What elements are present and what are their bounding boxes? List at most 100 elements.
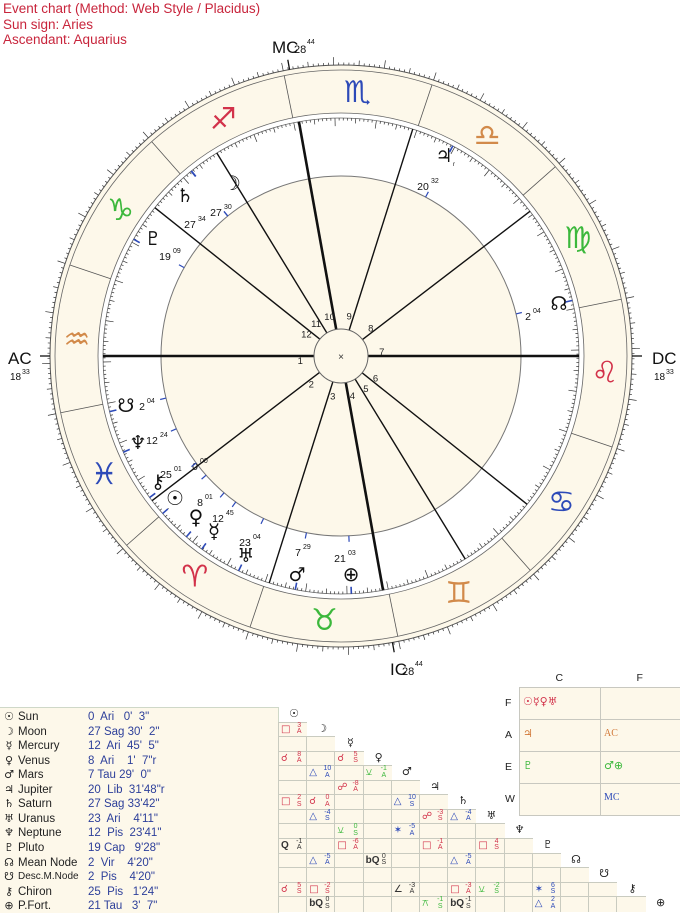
planet-position: 12 Pis 23'41" xyxy=(88,826,161,841)
degree-tick-outer xyxy=(187,604,188,606)
degree-tick-outer xyxy=(124,552,126,554)
aspect-cell xyxy=(560,882,589,898)
aspect-cell xyxy=(334,794,363,810)
degree-tick-outer xyxy=(510,593,511,595)
degree-tick-outer xyxy=(135,563,137,565)
planet-sun-icon: ☉ xyxy=(166,486,184,510)
degree-tick-outer xyxy=(272,639,273,644)
degree-tick-outer xyxy=(476,96,477,98)
degree-tick-outer xyxy=(219,621,220,623)
degree-tick-outer xyxy=(238,81,239,83)
aspect-cell xyxy=(334,896,363,912)
degree-tick-outer xyxy=(78,225,80,226)
degree-tick-outer xyxy=(374,645,375,650)
planet-jupiter-icon: ♃ xyxy=(435,145,452,167)
aspect-cell xyxy=(391,780,420,796)
aspect-cell xyxy=(532,867,561,883)
degree-tick-outer xyxy=(488,607,489,609)
element-header-a: A xyxy=(505,729,512,741)
degree-tick-outer xyxy=(462,89,463,91)
aspect-symbol-icon: □ xyxy=(281,796,290,808)
degree-tick-outer xyxy=(601,486,603,487)
degree-tick-outer xyxy=(257,635,258,637)
aspect-symbol-icon: □ xyxy=(281,724,290,736)
degree-tick-outer xyxy=(506,596,507,598)
degree-tick-outer xyxy=(125,158,127,160)
degree-tick-outer xyxy=(452,625,453,627)
aspect-mode: S xyxy=(323,816,331,823)
degree-tick-outer xyxy=(630,323,635,324)
degree-tick-outer xyxy=(128,556,130,558)
degree-tick-outer xyxy=(399,68,400,70)
degree-tick-outer xyxy=(599,221,601,222)
sign-glyph-aquarius-icon: ♒ xyxy=(64,323,91,358)
degree-tick-outer xyxy=(493,106,494,108)
degree-tick-outer xyxy=(60,272,62,273)
degree-tick-outer xyxy=(220,89,221,91)
degree-tick-outer xyxy=(53,297,55,298)
aspect-symbol-icon: △ xyxy=(535,898,543,910)
planet-degree: 2 xyxy=(525,311,531,323)
degree-tick-outer xyxy=(589,200,596,204)
degree-tick-outer xyxy=(74,234,76,235)
planet-position: 12 Ari 45' 5" xyxy=(88,739,159,754)
modality-header-f: F xyxy=(637,672,643,684)
aspect-symbol-icon: ∠ xyxy=(394,884,403,896)
degree-tick-outer xyxy=(111,537,113,539)
planet-position: 27 Sag 30' 2" xyxy=(88,725,160,740)
degree-tick-outer xyxy=(91,202,93,203)
degree-tick-outer xyxy=(506,114,507,116)
element-header-w: W xyxy=(505,793,515,805)
degree-tick-outer xyxy=(589,508,591,509)
planet-position: 7 Tau 29' 0" xyxy=(88,768,151,783)
aspect-orb-label: 10S xyxy=(408,795,416,808)
degree-tick-outer xyxy=(552,154,554,156)
degree-tick-outer xyxy=(175,114,176,116)
aspect-mode: S xyxy=(323,889,331,896)
house-number: 12 xyxy=(301,329,312,340)
degree-tick-outer xyxy=(610,468,612,469)
degree-tick-outer xyxy=(556,158,558,160)
sign-glyph-scorpio-icon: ♏ xyxy=(344,75,371,110)
degree-tick-outer xyxy=(177,599,180,603)
degree-tick-outer xyxy=(45,312,53,313)
aspect-symbol-icon: ⚺ xyxy=(366,767,373,779)
degree-tick-outer xyxy=(248,78,249,80)
degree-tick-outer xyxy=(620,272,625,273)
degree-tick-outer xyxy=(566,170,568,172)
planet-minute: 30 xyxy=(224,204,232,211)
degree-tick-outer xyxy=(224,87,225,89)
aspect-grid-header-icon: ♆ xyxy=(506,823,534,838)
degree-tick-outer xyxy=(192,607,193,609)
planet-moon-icon: ☽ xyxy=(223,171,241,195)
planet-glyph-icon: ☉ xyxy=(2,710,16,725)
degree-tick-outer xyxy=(166,590,167,592)
aspect-cell xyxy=(391,809,420,825)
planet-table-row: ♄Saturn27 Sag 33'42" xyxy=(2,797,272,812)
aspect-mode: A xyxy=(408,831,416,838)
aspect-symbol-icon: □ xyxy=(337,840,346,852)
angle-minute-dsc: 33 xyxy=(666,369,674,376)
degree-tick-outer xyxy=(68,248,70,249)
degree-tick-outer xyxy=(594,212,596,213)
planet-minute: 45 xyxy=(226,510,234,517)
degree-tick-outer xyxy=(58,261,66,264)
aspect-cell xyxy=(306,751,335,767)
aspect-grid-header-icon: ☉ xyxy=(280,707,308,722)
aspect-orb-label: -5A xyxy=(464,854,472,867)
degree-tick-outer xyxy=(85,499,87,500)
degree-tick-outer xyxy=(175,596,176,598)
aspect-symbol-icon: ☌ xyxy=(309,796,316,808)
angle-minute-mc: 44 xyxy=(307,39,315,46)
aspect-orb-label: -3A xyxy=(408,883,416,896)
house-number: 9 xyxy=(347,311,352,322)
degree-tick-outer xyxy=(575,529,577,530)
degree-tick-outer xyxy=(592,207,594,208)
aspect-orb-label: -1A xyxy=(295,839,303,852)
planet-desc-m-node-icon: ☋ xyxy=(118,395,135,417)
house-number: 5 xyxy=(363,384,368,395)
angle-label-dsc: DC xyxy=(652,349,677,368)
degree-tick-inner xyxy=(293,587,294,589)
degree-tick-outer xyxy=(518,587,520,589)
degree-tick-outer xyxy=(210,616,211,618)
